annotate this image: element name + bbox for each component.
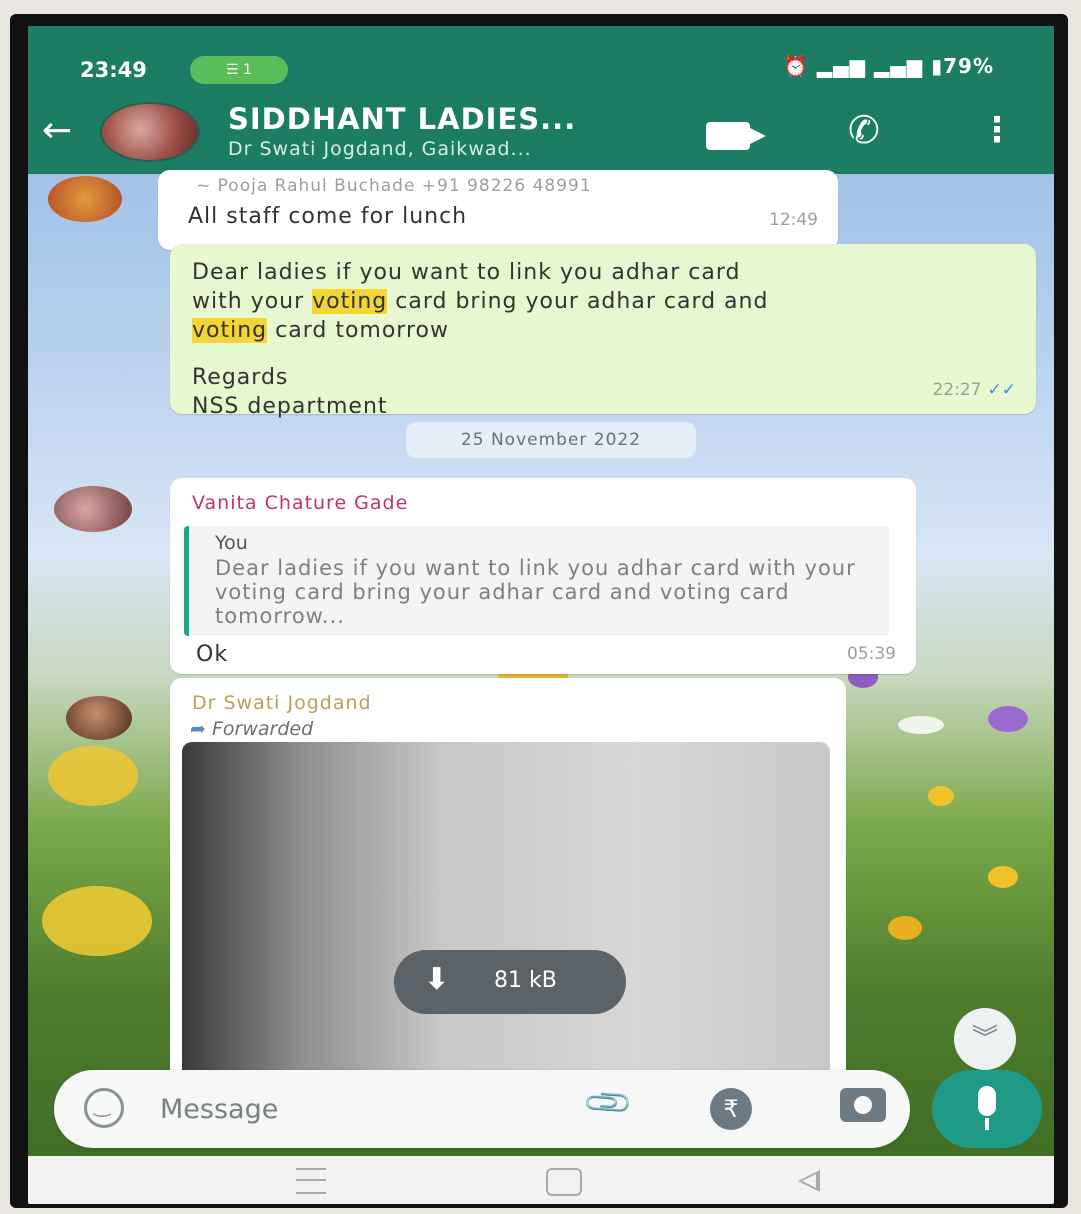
flower-decoration	[42, 886, 152, 956]
alarm-icon: ⏰	[783, 54, 809, 78]
message-text: Ok	[196, 642, 229, 667]
flower-decoration	[928, 786, 954, 806]
message-line: with your voting card bring your adhar c…	[192, 287, 1022, 316]
flower-decoration	[888, 916, 922, 940]
nav-back-icon[interactable]	[798, 1170, 820, 1192]
message-meta: 22:27 ✓✓	[933, 380, 1017, 400]
home-icon[interactable]	[546, 1168, 582, 1196]
message-input[interactable]	[158, 1086, 522, 1132]
group-name[interactable]: SIDDHANT LADIES...	[228, 102, 576, 136]
flower-decoration	[988, 706, 1028, 732]
sender-avatar[interactable]	[48, 176, 122, 222]
message-time: 05:39	[847, 644, 896, 664]
download-size: 81 kB	[494, 968, 557, 993]
quoted-sender: You	[215, 532, 248, 554]
scroll-to-bottom-button[interactable]: ︾	[954, 1008, 1016, 1070]
image-preview[interactable]: ⬇ 81 kB	[182, 742, 830, 1102]
message-composer: 📎 ₹	[54, 1070, 910, 1148]
app-top-bar: 23:49 ☰ 1 ⏰ ▂▄▆ ▂▄▆ ▮79% ← SIDDHANT LADI…	[28, 26, 1054, 174]
flower-decoration	[48, 746, 138, 806]
text-segment: card tomorrow	[267, 318, 449, 343]
signal-icons: ▂▄▆ ▂▄▆	[816, 54, 924, 78]
mic-icon	[978, 1086, 996, 1116]
text-segment: card bring your adhar card and	[387, 289, 769, 314]
forward-arrow-icon: ➦	[190, 718, 212, 740]
group-avatar[interactable]	[100, 102, 200, 162]
outgoing-message-bubble[interactable]: Dear ladies if you want to link you adha…	[170, 244, 1036, 419]
back-arrow-icon[interactable]: ←	[42, 110, 72, 151]
battery-icon: ▮	[931, 54, 944, 78]
message-line: voting card tomorrow	[192, 316, 1022, 345]
system-nav-bar	[28, 1156, 1054, 1204]
status-bar: 23:49 ☰ 1 ⏰ ▂▄▆ ▂▄▆ ▮79%	[28, 26, 1054, 96]
sim-indicator: ☰ 1	[190, 56, 288, 84]
download-arrow-icon: ⬇	[424, 962, 450, 997]
sender-avatar[interactable]	[54, 486, 132, 532]
message-bubble[interactable]: Vanita Chature Gade You Dear ladies if y…	[170, 478, 916, 674]
voice-call-icon[interactable]: ✆	[848, 108, 880, 152]
forwarded-contact-line: ~ Pooja Rahul Buchade +91 98226 48991	[196, 176, 592, 196]
text-segment: with your	[192, 289, 313, 314]
message-line: NSS department	[192, 394, 388, 419]
message-bubble[interactable]: ~ Pooja Rahul Buchade +91 98226 48991 Al…	[158, 170, 838, 250]
camera-icon[interactable]	[840, 1088, 886, 1122]
quoted-message[interactable]: You Dear ladies if you want to link you …	[184, 526, 889, 636]
flower-decoration	[988, 866, 1018, 888]
message-line: Regards	[192, 365, 289, 390]
sim-number: 1	[243, 62, 252, 78]
message-bubble[interactable]: Dr Swati Jogdand ➦ Forwarded ⬇ 81 kB	[170, 678, 846, 1102]
quoted-text: Dear ladies if you want to link you adha…	[215, 556, 856, 628]
status-time: 23:49	[80, 58, 147, 82]
recents-icon[interactable]	[296, 1168, 326, 1194]
message-line: Dear ladies if you want to link you adha…	[192, 260, 741, 285]
search-highlight: voting	[312, 289, 388, 314]
status-icons: ⏰ ▂▄▆ ▂▄▆ ▮79%	[783, 54, 994, 78]
sender-avatar[interactable]	[66, 696, 132, 740]
message-time: 22:27	[932, 380, 982, 400]
search-highlight: voting	[192, 318, 268, 343]
message-text: All staff come for lunch	[188, 204, 468, 229]
voice-record-button[interactable]	[932, 1070, 1042, 1148]
download-button[interactable]: ⬇ 81 kB	[394, 950, 626, 1014]
chat-screen: 23:49 ☰ 1 ⏰ ▂▄▆ ▂▄▆ ▮79% ← SIDDHANT LADI…	[28, 26, 1054, 1204]
video-call-icon[interactable]	[706, 122, 766, 150]
emoji-icon[interactable]	[84, 1088, 124, 1128]
battery-level: 79%	[943, 54, 994, 78]
message-text: Dear ladies if you want to link you adha…	[192, 258, 1022, 421]
forwarded-text: Forwarded	[211, 718, 314, 740]
group-members[interactable]: Dr Swati Jogdand, Gaikwad...	[228, 138, 532, 160]
sender-name[interactable]: Dr Swati Jogdand	[192, 692, 372, 714]
phone-frame: 23:49 ☰ 1 ⏰ ▂▄▆ ▂▄▆ ▮79% ← SIDDHANT LADI…	[10, 14, 1068, 1208]
flower-decoration	[898, 716, 944, 734]
rupee-payment-icon[interactable]: ₹	[710, 1088, 752, 1130]
message-time: 12:49	[769, 210, 818, 230]
chat-header[interactable]: ← SIDDHANT LADIES... Dr Swati Jogdand, G…	[28, 96, 1054, 174]
double-chevron-down-icon: ︾	[971, 1024, 998, 1054]
attachment-clip-icon[interactable]: 📎	[580, 1075, 635, 1130]
more-options-icon[interactable]: ⋮	[980, 110, 1014, 150]
mic-stand	[985, 1118, 989, 1130]
sender-name[interactable]: Vanita Chature Gade	[192, 492, 408, 514]
date-separator: 25 November 2022	[406, 422, 696, 458]
forwarded-label: ➦ Forwarded	[190, 718, 313, 740]
read-ticks-icon: ✓✓	[987, 380, 1017, 400]
